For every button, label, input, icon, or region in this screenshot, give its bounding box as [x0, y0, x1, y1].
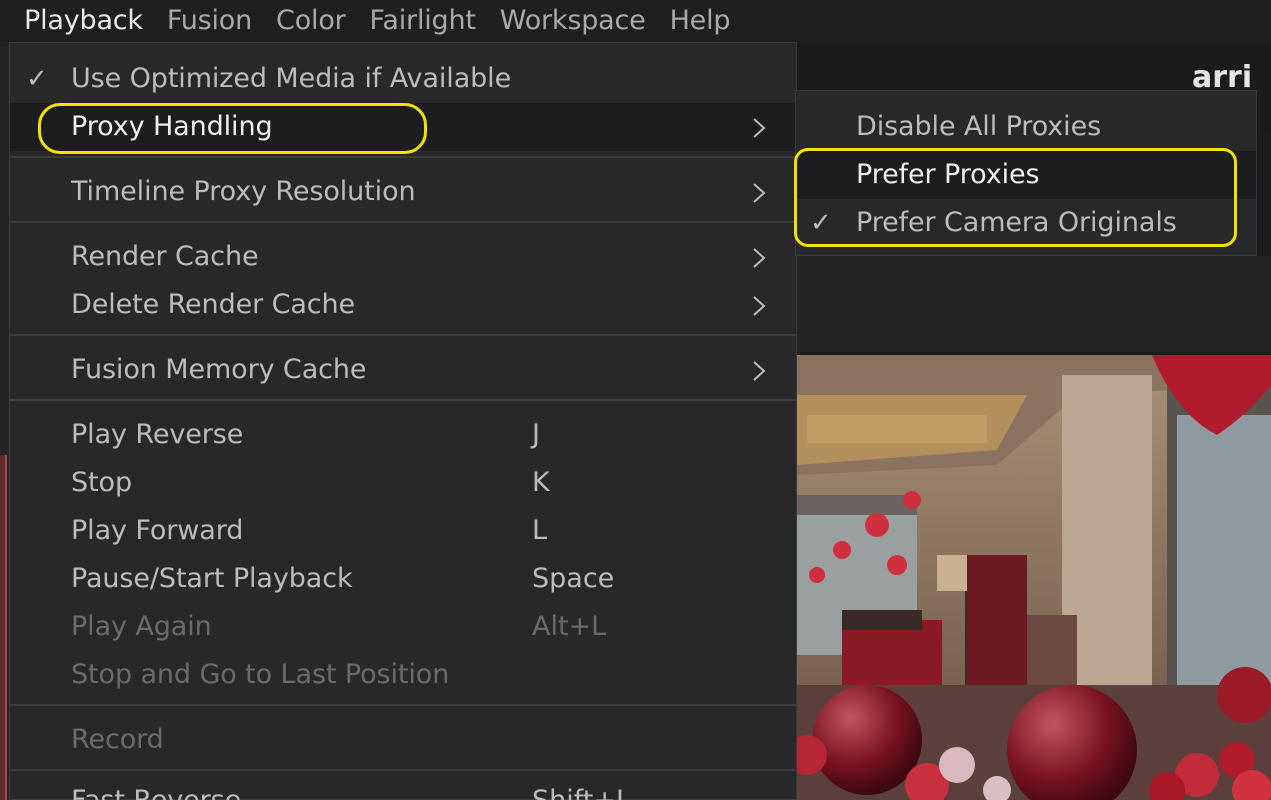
menu-item-label: Play Again [71, 611, 212, 642]
menu-item-render-cache[interactable]: Render Cache [10, 233, 796, 281]
menu-help[interactable]: Help [658, 0, 743, 42]
menu-item-play-forward[interactable]: Play Forward L [10, 507, 796, 555]
menu-bar: Playback Fusion Color Fairlight Workspac… [0, 0, 1271, 42]
menu-item-fusion-memory-cache[interactable]: Fusion Memory Cache [10, 346, 796, 394]
menu-item-shortcut: Space [532, 563, 615, 594]
menu-item-label: Play Forward [71, 515, 244, 546]
menu-fairlight[interactable]: Fairlight [358, 0, 488, 42]
menu-item-label: Record [71, 724, 164, 755]
background-toolbar-strip [796, 256, 1271, 352]
viewer-scene-graphic [797, 355, 1271, 800]
chevron-right-icon [752, 233, 772, 281]
menu-item-shortcut: L [532, 515, 548, 546]
menu-item-label: Prefer Camera Originals [856, 207, 1177, 238]
checkmark-icon: ✓ [810, 208, 832, 238]
menu-separator [10, 156, 796, 158]
menu-item-shortcut: J [532, 419, 540, 450]
menu-item-timeline-proxy-resolution[interactable]: Timeline Proxy Resolution [10, 168, 796, 216]
submenu-item-prefer-proxies[interactable]: Prefer Proxies [796, 151, 1256, 199]
menu-item-shortcut: Shift+J [532, 777, 624, 800]
menu-item-label: Pause/Start Playback [71, 563, 353, 594]
submenu-item-prefer-camera-originals[interactable]: ✓ Prefer Camera Originals [796, 199, 1256, 247]
proxy-handling-submenu: Disable All Proxies Prefer Proxies ✓ Pre… [795, 90, 1257, 256]
menu-item-label: Timeline Proxy Resolution [71, 176, 416, 207]
menu-item-use-optimized-media[interactable]: ✓ Use Optimized Media if Available [10, 55, 796, 103]
submenu-item-disable-all-proxies[interactable]: Disable All Proxies [796, 103, 1256, 151]
menu-workspace[interactable]: Workspace [488, 0, 658, 42]
menu-item-label: Render Cache [71, 241, 259, 272]
menu-item-label: Stop and Go to Last Position [71, 659, 450, 690]
menu-item-label: Disable All Proxies [856, 111, 1102, 142]
menu-item-label: Fast Reverse [71, 777, 241, 800]
menu-item-stop[interactable]: Stop K [10, 459, 796, 507]
menu-item-play-reverse[interactable]: Play Reverse J [10, 411, 796, 459]
chevron-right-icon [752, 103, 772, 151]
menu-separator [10, 704, 796, 706]
menu-item-stop-and-go-to-last-position: Stop and Go to Last Position [10, 651, 796, 699]
menu-fusion[interactable]: Fusion [155, 0, 264, 42]
menu-separator [10, 769, 796, 771]
menu-item-delete-render-cache[interactable]: Delete Render Cache [10, 281, 796, 329]
menu-item-label: Stop [71, 467, 132, 498]
menu-item-label: Use Optimized Media if Available [71, 63, 512, 94]
menu-item-label: Prefer Proxies [856, 159, 1040, 190]
viewer-image [797, 355, 1271, 800]
menu-separator [10, 221, 796, 223]
checkmark-icon: ✓ [26, 64, 48, 94]
menu-item-play-again: Play Again Alt+L [10, 603, 796, 651]
menu-color[interactable]: Color [264, 0, 358, 42]
menu-item-label: Play Reverse [71, 419, 244, 450]
menu-item-label: Fusion Memory Cache [71, 354, 367, 385]
playback-menu: ✓ Use Optimized Media if Available Proxy… [9, 42, 797, 800]
menu-separator [10, 399, 796, 401]
chevron-right-icon [752, 281, 772, 329]
menu-item-shortcut: Alt+L [532, 611, 607, 642]
menu-item-label: Proxy Handling [71, 111, 273, 142]
chevron-right-icon [752, 168, 772, 216]
menu-item-pause-start-playback[interactable]: Pause/Start Playback Space [10, 555, 796, 603]
background-clip-thumbnail [0, 455, 7, 800]
menu-item-shortcut: K [532, 467, 550, 498]
menu-item-fast-reverse[interactable]: Fast Reverse Shift+J [10, 777, 796, 800]
menu-item-record: Record [10, 716, 796, 764]
menu-item-proxy-handling[interactable]: Proxy Handling [10, 103, 796, 151]
menu-separator [10, 334, 796, 336]
chevron-right-icon [752, 346, 772, 394]
menu-playback[interactable]: Playback [0, 0, 155, 42]
menu-item-label: Delete Render Cache [71, 289, 356, 320]
